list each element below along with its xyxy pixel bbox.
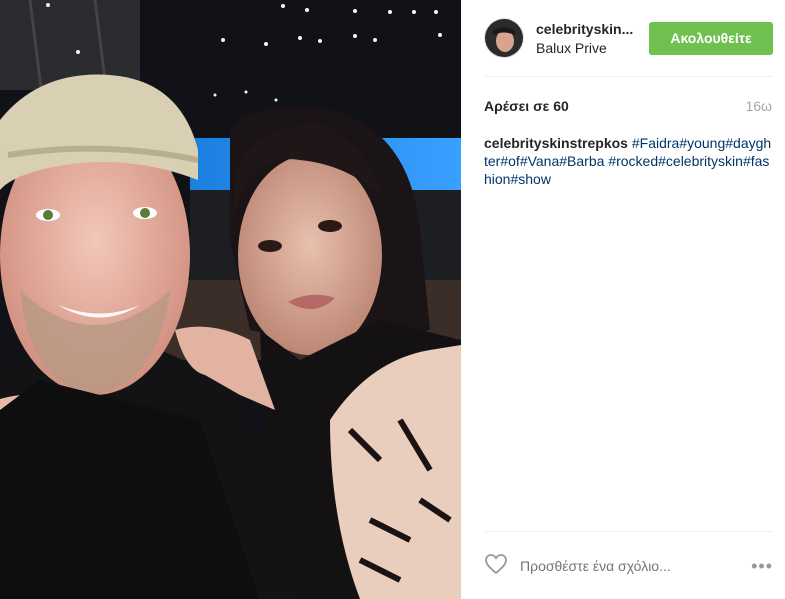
comment-bar: ••• [484,551,773,581]
more-options-icon[interactable]: ••• [751,556,773,577]
post-modal: celebrityskin... Balux Prive Ακολουθείτε… [0,0,785,599]
hashtag-link[interactable]: #of [500,153,519,169]
selfie-photo-image [0,0,461,599]
hashtag-link[interactable]: #Faidra [632,135,679,151]
heart-icon[interactable] [484,553,508,580]
hashtag-link[interactable]: #rocked [608,153,658,169]
hashtag-link[interactable]: #celebrityskin [658,153,743,169]
post-photo[interactable] [0,0,461,599]
hashtag-link[interactable]: #show [510,171,550,187]
avatar[interactable] [484,18,524,58]
hashtag-link[interactable]: #young [679,135,725,151]
hashtag-link[interactable]: #Barba [559,153,604,169]
comment-divider [484,531,773,532]
follow-button[interactable]: Ακολουθείτε [649,21,773,55]
location-link[interactable]: Balux Prive [536,40,649,56]
post-header: celebrityskin... Balux Prive Ακολουθείτε [484,16,773,60]
header-divider [484,76,773,77]
avatar-image [485,19,523,57]
post-time[interactable]: 16ω [745,98,772,114]
comment-input[interactable] [520,558,752,574]
caption-author[interactable]: celebrityskinstrepkos [484,135,628,151]
post-caption: celebrityskinstrepkos #Faidra#young#dayg… [484,134,774,188]
user-info: celebrityskin... Balux Prive [536,21,649,56]
username-link[interactable]: celebrityskin... [536,21,636,37]
hashtag-link[interactable]: #Vana [520,153,559,169]
likes-count[interactable]: Αρέσει σε 60 [484,98,569,114]
post-sidebar: celebrityskin... Balux Prive Ακολουθείτε… [461,0,785,599]
